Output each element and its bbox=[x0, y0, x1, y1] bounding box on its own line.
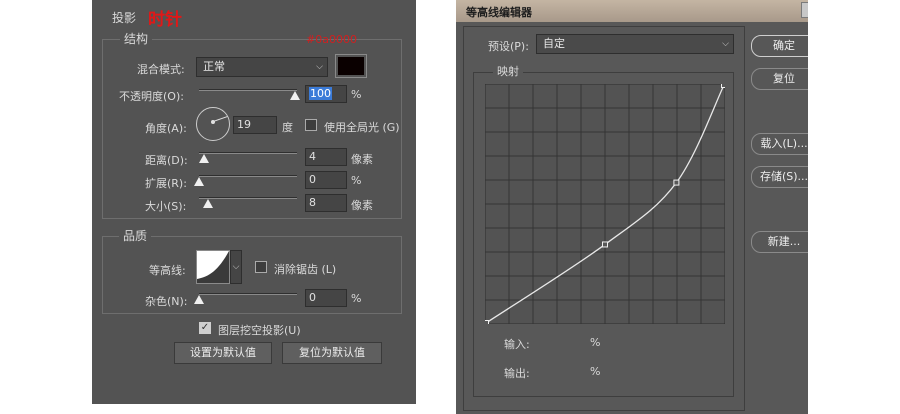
spread-slider-track[interactable] bbox=[199, 175, 297, 177]
contour-dropdown-chevron-icon[interactable]: ⌵ bbox=[230, 250, 242, 284]
reset-to-default-button[interactable]: 复位为默认值 bbox=[282, 342, 382, 364]
anti-alias-checkbox[interactable] bbox=[255, 261, 267, 273]
section-title: 投影 bbox=[112, 11, 137, 25]
global-light-label: 使用全局光 (G) bbox=[324, 121, 400, 134]
output-label: 输出: bbox=[504, 367, 530, 380]
opacity-input[interactable]: 100 bbox=[305, 85, 347, 103]
make-default-button[interactable]: 设置为默认值 bbox=[174, 342, 272, 364]
red-annotation: 时针 bbox=[148, 10, 182, 30]
distance-slider-thumb[interactable] bbox=[199, 154, 209, 163]
layer-style-drop-shadow-panel: 投影 时针 结构 #0a0000 混合模式: 正常 ⌵ 不透明度(O): 100… bbox=[92, 0, 416, 404]
spread-slider-thumb[interactable] bbox=[194, 177, 204, 186]
curve-control-point[interactable] bbox=[721, 84, 726, 88]
reset-button[interactable]: 复位 bbox=[751, 68, 808, 90]
angle-label: 角度(A): bbox=[145, 122, 187, 135]
mapping-title: 映射 bbox=[493, 63, 523, 79]
angle-dial-needle bbox=[213, 116, 228, 122]
layer-knocks-out-checkbox[interactable]: ✓ bbox=[199, 322, 211, 334]
blend-mode-select[interactable]: 正常 ⌵ bbox=[196, 57, 328, 77]
size-unit: 像素 bbox=[351, 199, 373, 212]
opacity-label: 不透明度(O): bbox=[119, 90, 184, 103]
distance-input[interactable]: 4 bbox=[305, 148, 347, 166]
close-icon[interactable] bbox=[801, 2, 808, 18]
noise-slider-thumb[interactable] bbox=[194, 295, 204, 304]
curve-grid bbox=[485, 84, 725, 324]
shadow-color-fill bbox=[338, 57, 364, 75]
opacity-value: 100 bbox=[309, 87, 332, 100]
contour-curve-thumbnail bbox=[197, 251, 229, 283]
ok-button[interactable]: 确定 bbox=[751, 35, 808, 57]
size-slider-track[interactable] bbox=[199, 197, 297, 199]
blend-mode-label: 混合模式: bbox=[137, 63, 185, 76]
shadow-color-swatch[interactable] bbox=[335, 54, 367, 78]
distance-unit: 像素 bbox=[351, 153, 373, 166]
color-annotation: #0a0000 bbox=[306, 33, 357, 46]
angle-unit: 度 bbox=[282, 121, 293, 134]
chevron-down-icon: ⌵ bbox=[722, 39, 729, 49]
structure-title: 结构 bbox=[120, 30, 153, 47]
contour-label: 等高线: bbox=[149, 264, 186, 277]
anti-alias-label: 消除锯齿 (L) bbox=[274, 263, 337, 276]
spread-unit: % bbox=[351, 174, 362, 187]
angle-dial-center bbox=[211, 120, 215, 124]
curve-control-point[interactable] bbox=[602, 241, 608, 248]
noise-label: 杂色(N): bbox=[145, 295, 188, 308]
input-unit: % bbox=[590, 336, 601, 349]
spread-input[interactable]: 0 bbox=[305, 171, 347, 189]
noise-input[interactable]: 0 bbox=[305, 289, 347, 307]
distance-label: 距离(D): bbox=[145, 154, 188, 167]
opacity-slider-thumb[interactable] bbox=[290, 91, 300, 100]
distance-slider-track[interactable] bbox=[199, 152, 297, 154]
dialog-titlebar[interactable]: 等高线编辑器 bbox=[456, 0, 808, 22]
noise-unit: % bbox=[351, 292, 362, 305]
load-button[interactable]: 载入(L)... bbox=[751, 133, 808, 155]
preset-select[interactable]: 自定 ⌵ bbox=[536, 34, 734, 54]
blend-mode-value: 正常 bbox=[203, 60, 225, 73]
quality-title: 品质 bbox=[119, 227, 152, 244]
angle-input[interactable]: 19 bbox=[233, 116, 277, 134]
chevron-down-icon: ⌵ bbox=[316, 62, 323, 72]
contour-curve-graph[interactable] bbox=[485, 84, 725, 324]
opacity-slider-track[interactable] bbox=[199, 89, 297, 91]
new-button[interactable]: 新建... bbox=[751, 231, 808, 253]
curve-control-point[interactable] bbox=[485, 320, 489, 325]
global-light-checkbox[interactable] bbox=[305, 119, 317, 131]
save-button[interactable]: 存储(S)... bbox=[751, 166, 808, 188]
spread-label: 扩展(R): bbox=[145, 177, 187, 190]
input-label: 输入: bbox=[504, 338, 530, 351]
opacity-unit: % bbox=[351, 88, 362, 101]
size-input[interactable]: 8 bbox=[305, 194, 347, 212]
noise-slider-track[interactable] bbox=[199, 293, 297, 295]
size-slider-thumb[interactable] bbox=[203, 199, 213, 208]
preset-value: 自定 bbox=[543, 37, 565, 50]
size-label: 大小(S): bbox=[145, 200, 187, 213]
output-unit: % bbox=[590, 365, 601, 378]
dialog-title: 等高线编辑器 bbox=[466, 6, 532, 19]
contour-editor-dialog: 等高线编辑器 预设(P): 自定 ⌵ 映射 输入: % 输出: % 确定 复位 … bbox=[456, 0, 808, 414]
preset-label: 预设(P): bbox=[488, 40, 529, 53]
layer-knocks-out-label: 图层挖空投影(U) bbox=[218, 324, 301, 337]
curve-control-point[interactable] bbox=[673, 179, 680, 186]
contour-preview[interactable] bbox=[196, 250, 230, 284]
angle-dial[interactable] bbox=[196, 107, 230, 141]
